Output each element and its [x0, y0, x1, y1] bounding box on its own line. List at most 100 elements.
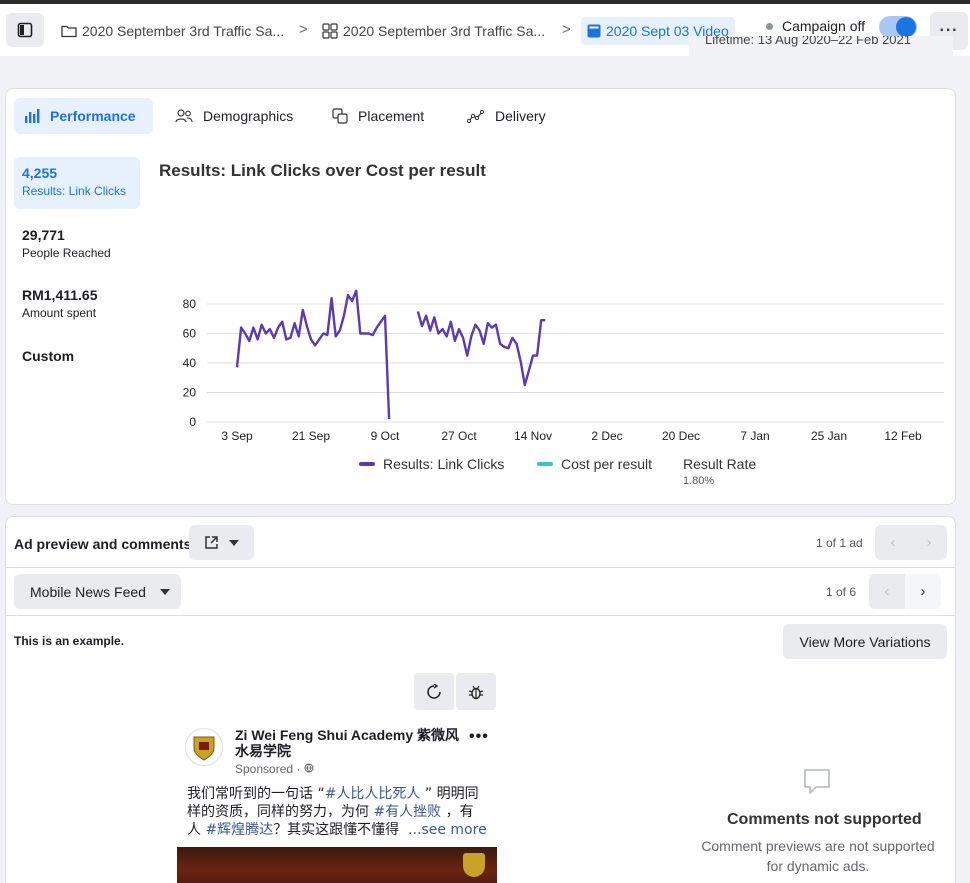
date-range-text: Lifetime: 13 Aug 2020–22 Feb 2021 [705, 36, 911, 47]
status-dot [766, 22, 773, 30]
campaign-status: Campaign off [766, 18, 865, 34]
people-icon [175, 109, 193, 123]
ad-count: 1 of 1 ad [816, 536, 863, 550]
comments-unsupported-title: Comments not supported [727, 811, 922, 828]
legend-swatch [537, 462, 553, 466]
view-more-variations-button[interactable]: View More Variations [783, 624, 947, 659]
globe-icon [304, 763, 314, 773]
post-options-icon[interactable]: ••• [469, 728, 489, 746]
comments-unsupported-subtitle: Comment previews are not supported for d… [701, 838, 935, 874]
placement-label: Mobile News Feed [30, 583, 146, 600]
metric-label: Results: Link Clicks [22, 184, 127, 198]
breadcrumb-adset[interactable]: 2020 September 3rd Traffic Sa... [322, 17, 545, 45]
chevron-left-icon: ‹ [884, 583, 890, 600]
next-variation-button[interactable]: › [905, 574, 941, 609]
tab-label: Demographics [203, 108, 294, 124]
x-tick-label: 7 Jan [740, 429, 769, 443]
series-line-results-link-clicks [235, 289, 391, 420]
post-text-part: 我们常听到的一句话 “ [187, 786, 325, 802]
variation-pager: ‹ › [869, 574, 941, 609]
post-text: 我们常听到的一句话 “#人比人比死人 ” 明明同样的资质，同样的努力，为何 #有… [187, 785, 487, 839]
breadcrumb-campaign-label: 2020 September 3rd Traffic Sa... [82, 23, 285, 39]
placement-dropdown[interactable]: Mobile News Feed [14, 574, 181, 609]
tab-label: Delivery [495, 108, 546, 124]
see-more-link[interactable]: ...see more [408, 822, 487, 838]
bug-icon [468, 685, 484, 699]
date-range-strip: Lifetime: 13 Aug 2020–22 Feb 2021 [689, 36, 953, 66]
legend-label: Cost per result [561, 456, 653, 472]
sponsored-label: Sponsored · [235, 762, 314, 776]
next-ad-button[interactable]: › [911, 525, 947, 560]
metric-link-clicks[interactable]: 4,255 Results: Link Clicks [14, 157, 140, 209]
bar-chart-icon [25, 109, 40, 123]
toggle-knob [896, 17, 916, 37]
metric-custom[interactable]: Custom [14, 340, 140, 372]
refresh-icon [427, 683, 441, 699]
performance-chart: 0 20 40 60 80 3 Sep 21 Sep 9 Oct 27 Oct 14 Nov 2 D… [183, 289, 944, 443]
ad-post-preview: Zi Wei Feng Shui Academy 紫微风水易学院 Sponsor… [177, 722, 497, 883]
page-avatar[interactable] [185, 728, 223, 766]
breadcrumb-campaign[interactable]: 2020 September 3rd Traffic Sa... [61, 17, 284, 45]
share-dropdown-button[interactable] [189, 525, 254, 560]
prev-variation-button[interactable]: ‹ [869, 574, 905, 609]
hashtag-link[interactable]: #有人挫败 [373, 804, 441, 820]
prev-ad-button[interactable]: ‹ [875, 525, 911, 560]
metric-people-reached[interactable]: 29,771 People Reached [14, 219, 140, 268]
report-bug-button[interactable] [456, 673, 496, 710]
breadcrumb-separator: > [562, 21, 571, 38]
divider [6, 615, 955, 616]
x-tick-label: 21 Sep [292, 429, 330, 443]
breadcrumb-separator: > [299, 21, 308, 38]
grid-icon [322, 23, 338, 39]
campaign-status-label: Campaign off [782, 18, 866, 34]
y-tick-label: 60 [183, 327, 197, 341]
sponsored-text: Sponsored · [235, 762, 301, 776]
hashtag-link[interactable]: #人比人比死人 [325, 786, 421, 802]
metric-amount-spent[interactable]: RM1,411.65 Amount spent [14, 279, 140, 328]
chevron-right-icon: › [920, 583, 926, 600]
legend-link-clicks[interactable]: Results: Link Clicks [359, 456, 504, 472]
image-logo-badge [463, 853, 485, 877]
metric-custom-label: Custom [22, 348, 75, 364]
academy-logo-icon [193, 736, 215, 761]
tab-label: Performance [50, 108, 136, 124]
ad-preview-card: Ad preview and comments 1 of 1 ad ‹ › Mo… [5, 516, 956, 883]
legend-label: Results: Link Clicks [383, 456, 505, 472]
metric-value: 29,771 [22, 227, 65, 243]
x-tick-label: 9 Oct [371, 429, 400, 443]
legend-swatch [359, 462, 375, 466]
scrollbar[interactable] [962, 88, 970, 883]
post-image [177, 847, 497, 883]
tab-performance[interactable]: Performance [14, 98, 153, 134]
chevron-left-icon: ‹ [890, 534, 896, 551]
metric-value: RM1,411.65 [22, 287, 98, 303]
y-tick-label: 0 [189, 415, 196, 429]
performance-card: Performance Demographics Placement Deliv… [5, 88, 956, 505]
post-text-part: ？其实这跟懂不懂得 [273, 822, 400, 838]
legend-cost-per-result[interactable]: Cost per result [537, 456, 652, 472]
view-more-label: View More Variations [799, 633, 931, 650]
ad-icon [587, 24, 601, 38]
page-name[interactable]: Zi Wei Feng Shui Academy 紫微风水易学院 [235, 727, 460, 759]
chevron-down-icon [159, 588, 170, 595]
result-rate-label: Result Rate [683, 456, 757, 472]
y-tick-label: 20 [183, 386, 197, 400]
example-note: This is an example. [14, 634, 125, 648]
x-tick-label: 14 Nov [514, 429, 552, 443]
ad-preview-header: Ad preview and comments 1 of 1 ad ‹ › [6, 517, 955, 568]
x-tick-label: 25 Jan [811, 429, 847, 443]
sidebar-toggle-button[interactable] [6, 13, 44, 47]
y-tick-label: 40 [183, 356, 197, 370]
chevron-down-icon [229, 539, 239, 546]
tab-placement[interactable]: Placement [322, 98, 434, 134]
external-link-icon [205, 536, 218, 549]
metric-label: People Reached [22, 246, 111, 260]
metric-label: Amount spent [22, 306, 97, 320]
hashtag-link[interactable]: #辉煌腾达 [205, 822, 273, 838]
x-tick-label: 2 Dec [591, 429, 622, 443]
tab-label: Placement [358, 108, 425, 124]
campaign-toggle[interactable] [879, 16, 917, 38]
refresh-button[interactable] [414, 673, 454, 710]
tab-delivery[interactable]: Delivery [457, 98, 556, 134]
tab-demographics[interactable]: Demographics [165, 98, 303, 134]
